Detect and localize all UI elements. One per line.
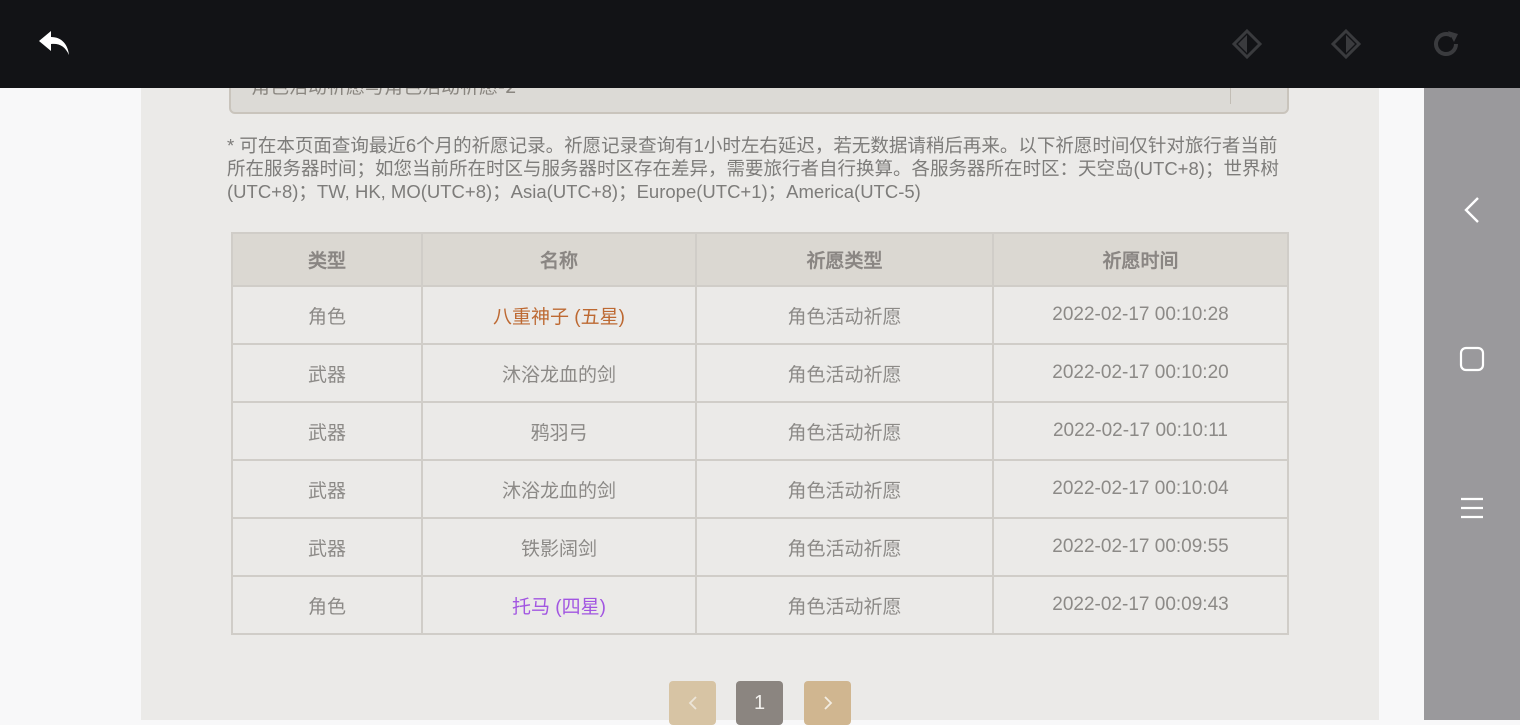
cell-type: 武器: [231, 459, 423, 519]
chevron-right-icon: [823, 696, 832, 710]
cell-type: 武器: [231, 517, 423, 577]
cell-type: 武器: [231, 401, 423, 461]
chevron-left-icon: [688, 696, 697, 710]
cell-wish-type: 角色活动祈愿: [695, 285, 994, 345]
hamburger-menu-icon[interactable]: [1452, 488, 1492, 528]
table-row: 武器 沐浴龙血的剑 角色活动祈愿 2022-02-17 00:10:04: [231, 459, 1289, 519]
cell-wish-time: 2022-02-17 00:10:11: [992, 401, 1289, 461]
system-nav-bar: [1424, 0, 1520, 720]
square-home-icon[interactable]: [1452, 339, 1492, 379]
diamond-left-icon[interactable]: [1227, 24, 1267, 64]
column-header-type: 类型: [231, 232, 423, 287]
cell-wish-type: 角色活动祈愿: [695, 343, 994, 403]
column-header-wish-type: 祈愿类型: [695, 232, 994, 287]
cell-name: 铁影阔剑: [421, 517, 697, 577]
table-row: 武器 沐浴龙血的剑 角色活动祈愿 2022-02-17 00:10:20: [231, 343, 1289, 403]
cell-wish-time: 2022-02-17 00:09:55: [992, 517, 1289, 577]
wish-history-panel: 角色活动祈愿与角色活动祈愿-2 * 可在本页面查询最近6个月的祈愿记录。祈愿记录…: [141, 76, 1379, 725]
cell-name: 鸦羽弓: [421, 401, 697, 461]
cell-name: 托马 (四星): [421, 575, 697, 635]
diamond-right-icon[interactable]: [1326, 24, 1366, 64]
undo-arrow-icon[interactable]: [35, 24, 75, 64]
table-row: 武器 鸦羽弓 角色活动祈愿 2022-02-17 00:10:11: [231, 401, 1289, 461]
wish-records-table: 类型 名称 祈愿类型 祈愿时间 角色 八重神子 (五星) 角色活动祈愿 2022…: [231, 232, 1289, 635]
chevron-left-icon[interactable]: [1452, 190, 1492, 230]
cell-type: 角色: [231, 575, 423, 635]
reload-icon[interactable]: [1426, 24, 1466, 64]
cell-wish-type: 角色活动祈愿: [695, 517, 994, 577]
cell-name: 沐浴龙血的剑: [421, 343, 697, 403]
table-row: 武器 铁影阔剑 角色活动祈愿 2022-02-17 00:09:55: [231, 517, 1289, 577]
cell-wish-time: 2022-02-17 00:10:20: [992, 343, 1289, 403]
table-row: 角色 托马 (四星) 角色活动祈愿 2022-02-17 00:09:43: [231, 575, 1289, 635]
cell-wish-type: 角色活动祈愿: [695, 459, 994, 519]
wish-notice-text: * 可在本页面查询最近6个月的祈愿记录。祈愿记录查询有1小时左右延迟，若无数据请…: [227, 135, 1279, 202]
cell-wish-time: 2022-02-17 00:09:43: [992, 575, 1289, 635]
page-number-button[interactable]: 1: [736, 681, 783, 725]
table-row: 角色 八重神子 (五星) 角色活动祈愿 2022-02-17 00:10:28: [231, 285, 1289, 345]
next-page-button[interactable]: [804, 681, 851, 725]
prev-page-button[interactable]: [669, 681, 716, 725]
column-header-wish-time: 祈愿时间: [992, 232, 1289, 287]
table-header-row: 类型 名称 祈愿类型 祈愿时间: [231, 232, 1289, 287]
cell-type: 角色: [231, 285, 423, 345]
cell-name: 沐浴龙血的剑: [421, 459, 697, 519]
column-header-name: 名称: [421, 232, 697, 287]
cell-wish-time: 2022-02-17 00:10:04: [992, 459, 1289, 519]
cell-wish-time: 2022-02-17 00:10:28: [992, 285, 1289, 345]
cell-wish-type: 角色活动祈愿: [695, 401, 994, 461]
cell-name: 八重神子 (五星): [421, 285, 697, 345]
cell-wish-type: 角色活动祈愿: [695, 575, 994, 635]
cell-type: 武器: [231, 343, 423, 403]
browser-toolbar: [0, 0, 1458, 88]
